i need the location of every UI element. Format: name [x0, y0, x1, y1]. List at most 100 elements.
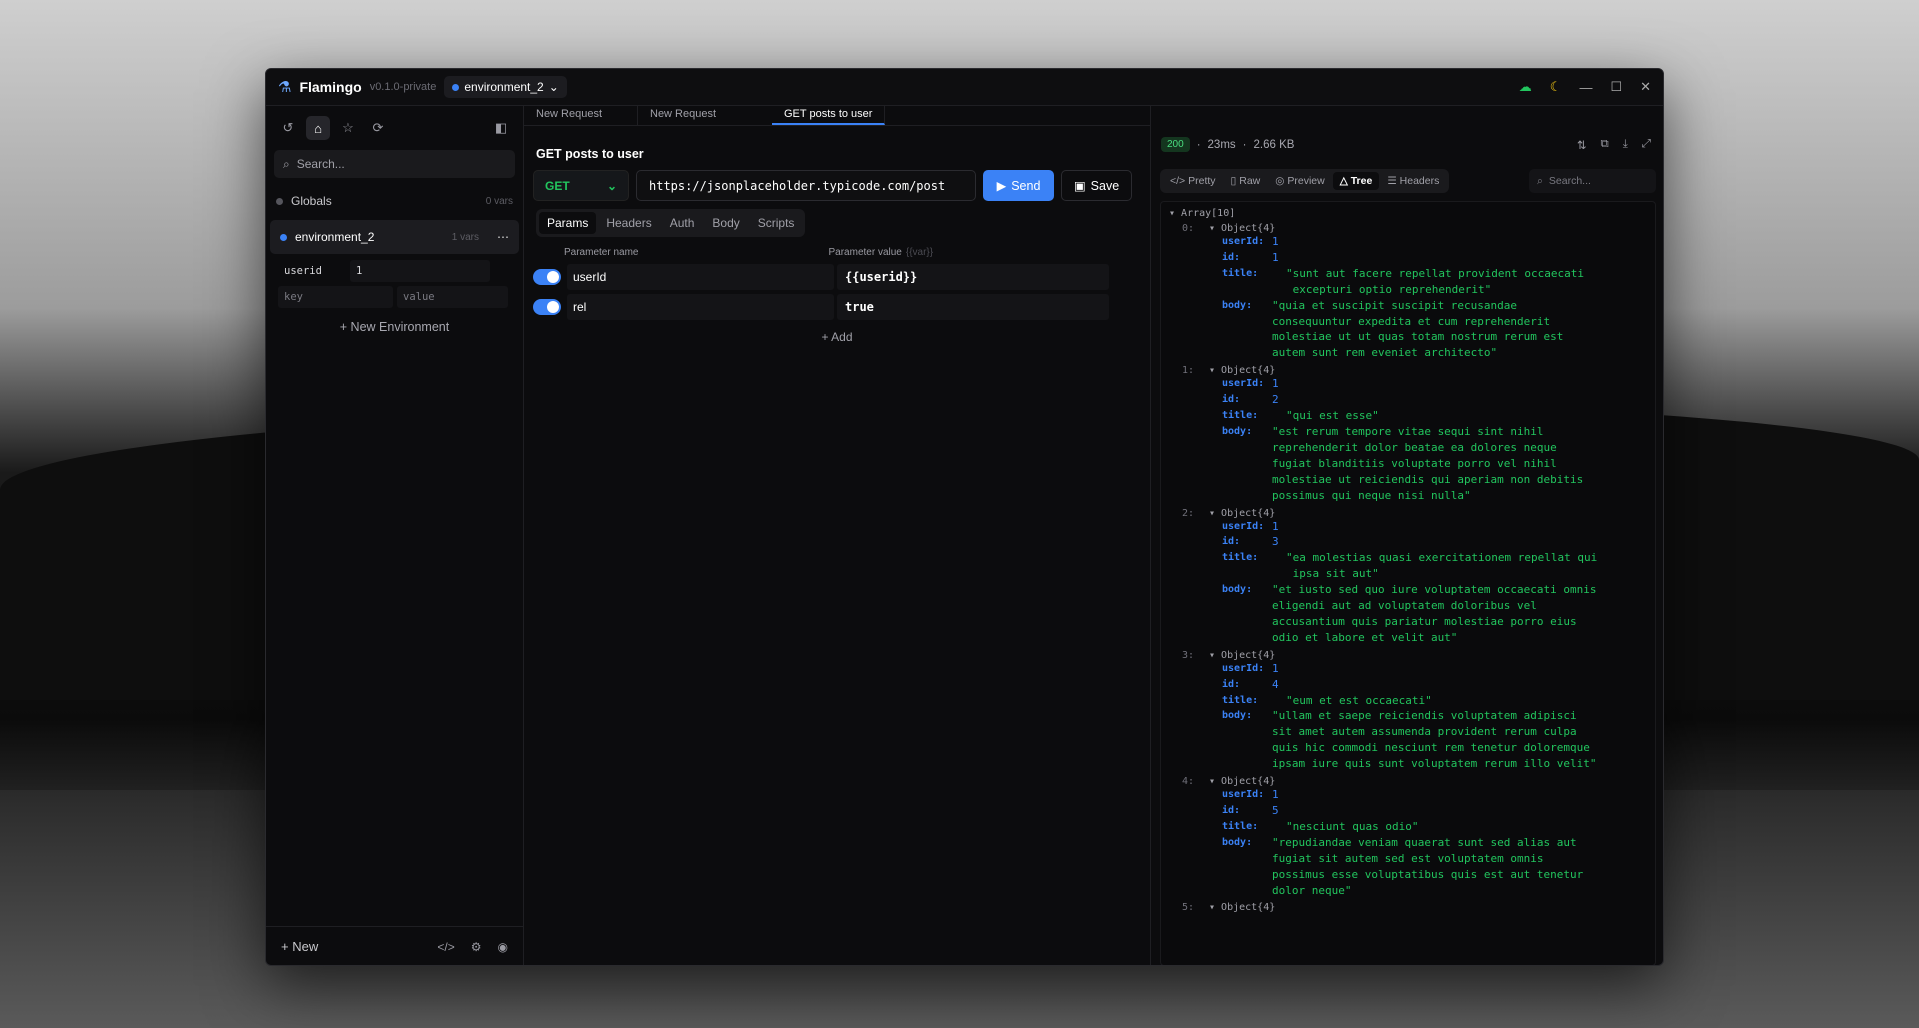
add-param-button[interactable]: + Add: [524, 322, 1150, 352]
response-header: 200 · 23ms · 2.66 KB ⇅ ⧉ ⤓ ⤢: [1151, 120, 1663, 169]
field-value: "sunt aut facere repellat provident occa…: [1286, 266, 1585, 296]
list-icon: ☰: [1387, 175, 1400, 187]
param-value[interactable]: {{userid}}: [837, 264, 1109, 290]
environments-icon[interactable]: ⌂: [306, 116, 330, 140]
tab-scripts[interactable]: Scripts: [750, 212, 803, 234]
history-icon[interactable]: ↺: [276, 116, 300, 140]
compare-icon[interactable]: ⇅: [1577, 138, 1587, 152]
environment-count: 1 vars: [451, 231, 479, 243]
param-value-header: Parameter value: [828, 247, 902, 258]
view-pretty[interactable]: </> Pretty: [1163, 172, 1223, 190]
field-key: title:: [1222, 410, 1259, 422]
new-variable-row: key value: [266, 284, 523, 310]
field-key: body:: [1222, 836, 1253, 848]
method-select[interactable]: GET ⌄: [533, 170, 629, 201]
chevron-down-icon: ⌄: [548, 80, 559, 94]
field-id: id: 5: [1169, 803, 1647, 819]
sync-icon[interactable]: ⟳: [366, 116, 390, 140]
environment-label: environment_2: [295, 230, 375, 244]
globals-count: 0 vars: [485, 195, 513, 207]
tab-new-request-2[interactable]: New Request: [638, 106, 752, 125]
tree-object[interactable]: 0: ▾ Object{4}: [1169, 223, 1647, 234]
param-name[interactable]: rel: [567, 294, 834, 320]
object-label: Object{4}: [1221, 507, 1276, 519]
send-button[interactable]: ▶ Send: [983, 170, 1054, 201]
tree-object[interactable]: 3: ▾ Object{4}: [1169, 650, 1647, 661]
field-key: title:: [1222, 552, 1259, 564]
globals-item[interactable]: Globals 0 vars: [266, 186, 523, 216]
tab-auth[interactable]: Auth: [662, 212, 703, 234]
new-button[interactable]: + New: [281, 939, 318, 954]
view-raw[interactable]: ▯ Raw: [1224, 172, 1268, 190]
new-variable-key[interactable]: key: [278, 286, 393, 308]
response-search[interactable]: ⌕ Search...: [1529, 169, 1656, 193]
field-value: "eum et est occaecati": [1286, 693, 1432, 707]
gear-icon[interactable]: ⚙: [471, 940, 482, 954]
field-key: id:: [1222, 536, 1241, 548]
tree-object[interactable]: 2: ▾ Object{4}: [1169, 508, 1647, 519]
app-name: Flamingo: [299, 79, 362, 95]
field-value: 1: [1272, 250, 1279, 264]
param-row: rel true: [524, 292, 1150, 322]
view-headers-label: Headers: [1399, 175, 1440, 187]
field-id: id: 3: [1169, 534, 1647, 550]
object-label: Object{4}: [1221, 902, 1276, 914]
field-key: body:: [1222, 710, 1253, 722]
field-key: userId:: [1222, 378, 1265, 390]
view-preview[interactable]: ◎ Preview: [1268, 172, 1331, 190]
download-icon[interactable]: ⤓: [1623, 138, 1628, 152]
url-input[interactable]: https://jsonplaceholder.typicode.com/pos…: [636, 170, 976, 201]
tree-object[interactable]: 5: ▾ Object{4}: [1169, 902, 1647, 913]
response-time: 23ms: [1207, 138, 1236, 151]
param-toggle[interactable]: [533, 269, 561, 285]
code-icon[interactable]: </>: [437, 940, 454, 954]
search-icon: ⌕: [283, 156, 290, 171]
variable-key[interactable]: userid: [278, 260, 346, 282]
sidebar-collapse-icon[interactable]: ◧: [489, 116, 513, 140]
moon-icon[interactable]: ☾: [1550, 79, 1562, 95]
environment-selector[interactable]: environment_2 ⌄: [444, 76, 567, 98]
expand-icon[interactable]: ⤢: [1642, 138, 1651, 152]
minimize-icon[interactable]: —: [1579, 80, 1592, 95]
github-icon[interactable]: ◉: [498, 940, 508, 954]
more-icon[interactable]: ⋯: [497, 230, 509, 244]
tree-root-label: Array[10]: [1181, 208, 1236, 219]
field-body: body: "et iusto sed quo iure voluptatem o…: [1169, 582, 1647, 646]
close-icon[interactable]: ✕: [1640, 79, 1651, 95]
new-environment-button[interactable]: + New Environment: [266, 310, 523, 344]
tab-headers[interactable]: Headers: [598, 212, 659, 234]
tab-get-posts[interactable]: GET posts to user: [772, 106, 886, 125]
tree-index: 0:: [1182, 223, 1195, 234]
tree-object[interactable]: 1: ▾ Object{4}: [1169, 365, 1647, 376]
sidebar-search[interactable]: ⌕ Search...: [274, 150, 515, 178]
param-value-hint: {{var}}: [905, 247, 934, 258]
field-key: id:: [1222, 394, 1241, 406]
variable-value[interactable]: 1: [350, 260, 490, 282]
maximize-icon[interactable]: ☐: [1610, 79, 1622, 95]
star-icon[interactable]: ☆: [336, 116, 360, 140]
tab-params[interactable]: Params: [539, 212, 597, 234]
view-headers[interactable]: ☰ Headers: [1380, 172, 1446, 190]
field-key: body:: [1222, 299, 1253, 311]
tab-body[interactable]: Body: [704, 212, 747, 234]
param-value[interactable]: true: [837, 294, 1109, 320]
field-value: "et iusto sed quo iure voluptatem occaec…: [1272, 583, 1597, 644]
param-name[interactable]: userId: [567, 264, 834, 290]
tab-new-request-1[interactable]: New Request: [524, 106, 638, 125]
param-toggle[interactable]: [533, 299, 561, 315]
copy-icon[interactable]: ⧉: [1600, 138, 1608, 152]
environment-item[interactable]: environment_2 1 vars ⋯: [270, 220, 519, 254]
field-title: title: "eum et est occaecati": [1169, 693, 1647, 709]
app-window: ⚗ Flamingo v0.1.0-private environment_2 …: [265, 68, 1664, 966]
tree-object[interactable]: 4: ▾ Object{4}: [1169, 776, 1647, 787]
save-button[interactable]: ▣ Save: [1061, 170, 1132, 201]
status-badge: 200: [1161, 137, 1190, 152]
tree-index: 4:: [1182, 776, 1195, 788]
separator-dot: ·: [1196, 138, 1201, 151]
view-tree[interactable]: △ Tree: [1332, 172, 1380, 190]
globals-dot: [276, 197, 283, 205]
new-variable-value[interactable]: value: [397, 286, 508, 308]
field-body: body: "repudiandae veniam quaerat sunt se…: [1169, 835, 1647, 899]
tree-root[interactable]: ▾ Array[10]: [1169, 208, 1647, 219]
cloud-icon[interactable]: ☁: [1519, 79, 1532, 95]
